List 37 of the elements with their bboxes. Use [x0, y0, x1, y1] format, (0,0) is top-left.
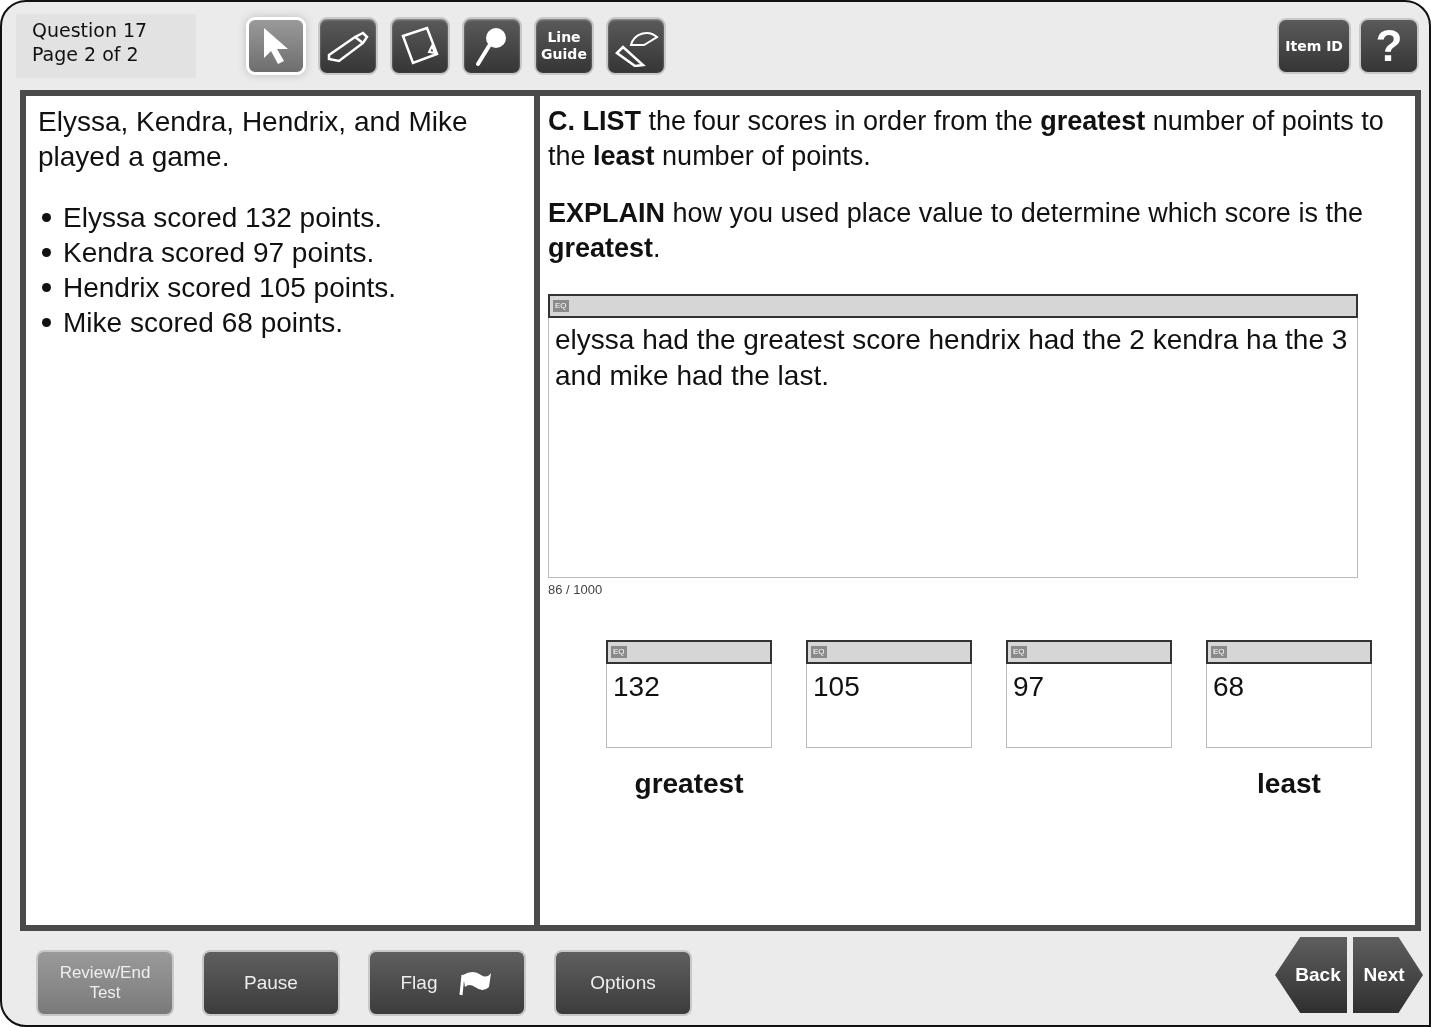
bullet-icon: [42, 248, 51, 257]
question-prompt: EXPLAIN how you used place value to determine which score is the greatest.: [548, 197, 1364, 265]
page-indicator: Page 2 of 2: [32, 42, 139, 66]
next-button[interactable]: Next: [1353, 937, 1423, 1013]
notepad-tool-button[interactable]: [390, 17, 450, 75]
question-prompt: C. LIST the four scores in order from the greatest number of points to the least number of points.: [548, 105, 1385, 173]
answer-box[interactable]: 68: [1206, 664, 1372, 748]
highlighter-tool-button[interactable]: [318, 17, 378, 75]
bullet-icon: [42, 283, 51, 292]
passage-bullet-text: Mike scored 68 points.: [63, 306, 344, 340]
notepad-icon: [399, 26, 441, 66]
back-button[interactable]: Back: [1275, 937, 1347, 1013]
protractor-tool-button[interactable]: [606, 17, 666, 75]
highlighter-icon: [325, 29, 371, 63]
options-button[interactable]: Options: [554, 950, 692, 1016]
flag-button[interactable]: Flag: [368, 950, 526, 1016]
passage-bullet-text: Kendra scored 97 points.: [63, 236, 375, 270]
line-guide-tool-button[interactable]: Line Guide: [534, 17, 594, 75]
answer-box[interactable]: 97: [1006, 664, 1172, 748]
pause-button[interactable]: Pause: [202, 950, 340, 1016]
magnifier-tool-button[interactable]: [462, 17, 522, 75]
passage-bullet-text: Elyssa scored 132 points.: [63, 201, 383, 235]
flag-icon: [459, 969, 494, 997]
character-counter: 86 / 1000: [548, 582, 603, 598]
help-button[interactable]: ?: [1359, 18, 1419, 74]
passage-bullet-text: Hendrix scored 105 points.: [63, 271, 397, 305]
order-label: greatest: [634, 767, 744, 801]
passage-intro: Elyssa, Kendra, Hendrix, and Mike played a game.: [38, 105, 469, 174]
bullet-icon: [42, 213, 51, 222]
order-label: least: [1257, 767, 1321, 801]
bullet-icon: [42, 318, 51, 327]
answer-box[interactable]: 132: [606, 664, 772, 748]
answer-box[interactable]: 105: [806, 664, 972, 748]
pointer-tool-button[interactable]: [246, 17, 306, 75]
answer-box[interactable]: elyssa had the greatest score hendrix had the 2 kendra ha the 3 and mike had the last.: [548, 318, 1358, 578]
item-id-button[interactable]: Item ID: [1277, 18, 1351, 74]
question-number: Question 17: [32, 18, 148, 42]
